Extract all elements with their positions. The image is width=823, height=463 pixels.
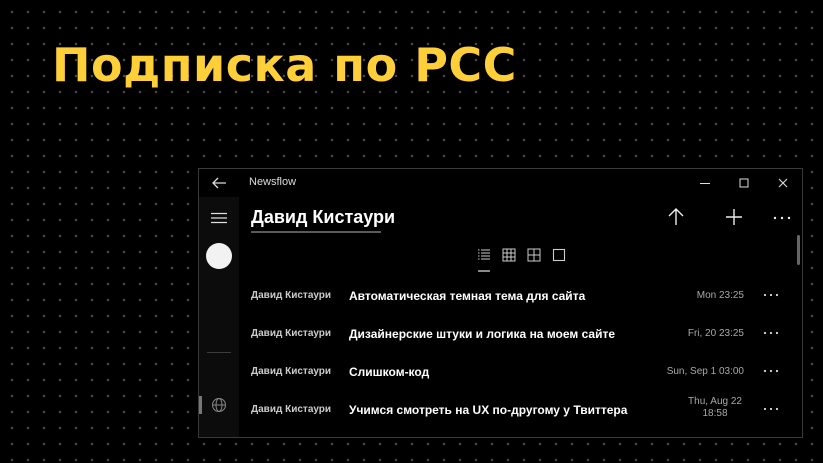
article-author: Давид Кистаури (251, 290, 332, 301)
article-author: Давид Кистаури (251, 404, 332, 415)
ellipsis-icon[interactable] (762, 364, 780, 378)
view-selection-indicator (478, 270, 490, 272)
list-view-icon[interactable] (477, 248, 491, 262)
minimize-icon[interactable] (697, 175, 713, 191)
list-item[interactable]: Давид Кистаури Слишком-код Sun, Sep 1 03… (239, 355, 802, 393)
slide-headline: Подписка по РСС (52, 38, 517, 92)
ellipsis-icon[interactable] (762, 288, 780, 302)
hamburger-icon[interactable] (211, 212, 227, 224)
article-date: Sun, Sep 1 03:00 (666, 366, 744, 377)
maximize-icon[interactable] (736, 175, 752, 191)
list-item[interactable]: Давид Кистаури Дизайнерские штуки и логи… (239, 317, 802, 355)
sidebar (199, 197, 239, 438)
single-view-icon[interactable] (552, 248, 566, 262)
grid-small-icon[interactable] (502, 248, 516, 262)
sidebar-selection-indicator (199, 396, 202, 414)
ellipsis-icon[interactable] (772, 207, 792, 227)
article-title[interactable]: Автоматическая темная тема для сайта (349, 289, 585, 303)
page-title-underline (251, 231, 381, 233)
newsflow-window: Newsflow Давид Кистаури Давид Кистаури А… (198, 168, 803, 438)
article-title[interactable]: Учимся смотреть на UX по-другому у Твитт… (349, 403, 627, 417)
plus-icon[interactable] (724, 207, 744, 227)
scrollbar[interactable] (797, 235, 800, 265)
article-author: Давид Кистаури (251, 328, 332, 339)
article-date: Mon 23:25 (696, 290, 744, 301)
ellipsis-icon[interactable] (762, 402, 780, 416)
back-arrow-icon[interactable] (209, 174, 229, 192)
list-item[interactable]: Давид Кистаури Учимся смотреть на UX по-… (239, 393, 802, 431)
article-title[interactable]: Дизайнерские штуки и логика на моем сайт… (349, 327, 615, 341)
globe-icon[interactable] (211, 397, 227, 413)
avatar[interactable] (206, 243, 232, 269)
grid-large-icon[interactable] (527, 248, 541, 262)
page-title: Давид Кистаури (251, 207, 396, 227)
article-list: Давид Кистаури Автоматическая темная тем… (239, 279, 802, 431)
list-item[interactable]: Давид Кистаури Автоматическая темная тем… (239, 279, 802, 317)
arrow-up-icon[interactable] (666, 207, 686, 227)
article-date: Thu, Aug 22 18:58 (688, 396, 742, 419)
close-icon[interactable] (775, 175, 791, 191)
sidebar-divider (207, 352, 231, 353)
gear-icon[interactable] (211, 437, 227, 438)
article-author: Давид Кистаури (251, 366, 332, 377)
title-bar: Newsflow (199, 169, 802, 197)
article-title[interactable]: Слишком-код (349, 365, 429, 379)
ellipsis-icon[interactable] (762, 326, 780, 340)
article-date: Fri, 20 23:25 (687, 328, 744, 339)
app-title: Newsflow (249, 176, 297, 188)
